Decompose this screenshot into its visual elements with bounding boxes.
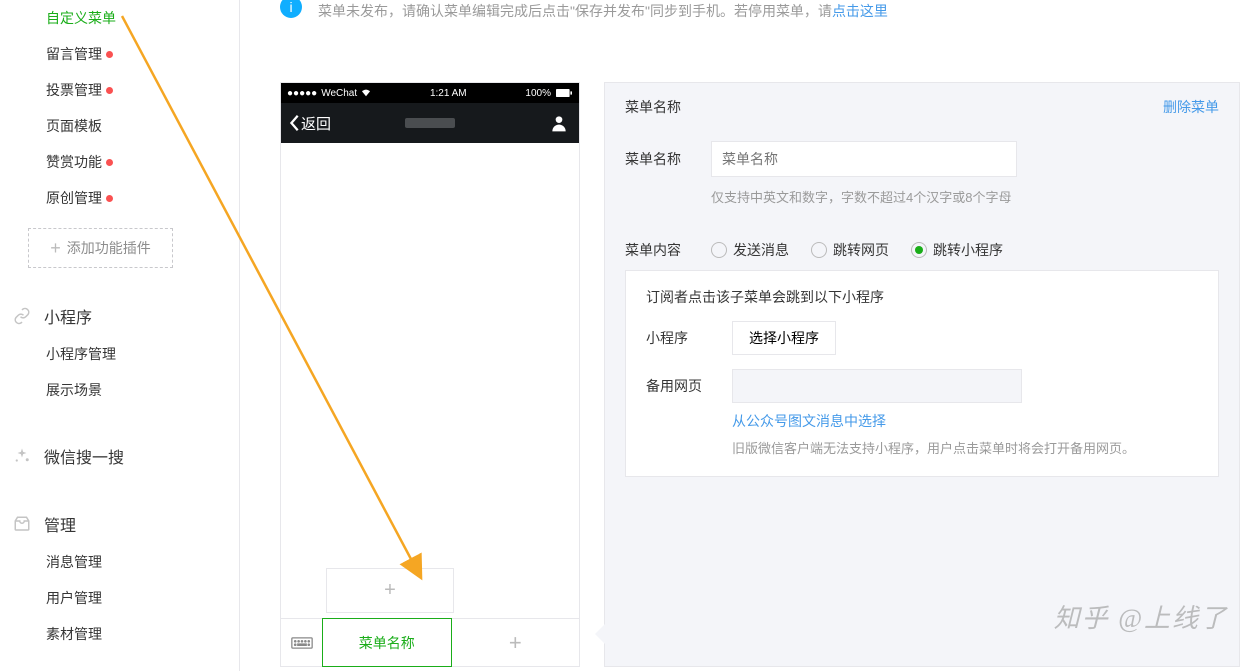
battery-icon [555, 89, 573, 97]
sidebar-item-label: 投票管理 [46, 80, 102, 100]
main-content: i 菜单未发布，请确认菜单编辑完成后点击"保存并发布"同步到手机。若停用菜单，请… [280, 0, 1240, 671]
sidebar-item-appreciate[interactable]: 赞赏功能 [0, 144, 239, 180]
sidebar-sub-materials[interactable]: 素材管理 [0, 616, 239, 652]
phone-body: + [281, 143, 579, 618]
menu-name-input[interactable] [711, 141, 1017, 177]
fallback-label: 备用网页 [646, 376, 732, 396]
menu-name-hint: 仅支持中英文和数字，字数不超过4个汉字或8个字母 [711, 187, 1219, 206]
radio-icon [811, 242, 827, 258]
sidebar-item-label: 赞赏功能 [46, 152, 102, 172]
sidebar-item-label: 原创管理 [46, 188, 102, 208]
sidebar-item-label: 留言管理 [46, 44, 102, 64]
info-icon: i [280, 0, 302, 18]
signal-icon: ●●●●● [287, 88, 317, 99]
menu-slot-1[interactable]: 菜单名称 [322, 618, 452, 667]
sidebar-sub-miniapp-manage[interactable]: 小程序管理 [0, 336, 239, 372]
radio-icon [711, 242, 727, 258]
sidebar-item-templates[interactable]: 页面模板 [0, 108, 239, 144]
plus-icon: + [50, 239, 61, 257]
sidebar-item-label: 页面模板 [46, 116, 102, 136]
sparkle-icon [12, 446, 32, 466]
phone-title-placeholder [405, 118, 455, 128]
clock-label: 1:21 AM [430, 88, 467, 99]
phone-preview: ●●●●● WeChat 1:21 AM 100% [280, 82, 580, 667]
select-miniapp-button[interactable]: 选择小程序 [732, 321, 836, 355]
plus-icon: + [509, 630, 522, 656]
keyboard-toggle-button[interactable] [281, 619, 323, 666]
miniapp-sub-panel: 订阅者点击该子菜单会跳到以下小程序 小程序 选择小程序 备用网页 从公众号图文消… [625, 270, 1219, 477]
phone-nav-bar: 返回 [281, 103, 579, 143]
panel-title: 菜单名称 [625, 97, 681, 117]
sidebar-group-title: 小程序 [44, 304, 92, 328]
menu-slot-add[interactable]: + [452, 619, 580, 666]
sidebar-item-label: 自定义菜单 [46, 8, 116, 28]
menu-slot-label: 菜单名称 [359, 633, 415, 653]
menu-settings-panel: 菜单名称 删除菜单 菜单名称 仅支持中英文和数字，字数不超过4个汉字或8个字母 … [604, 82, 1240, 667]
sidebar-group-manage[interactable]: 管理 [0, 504, 239, 544]
notice-link[interactable]: 点击这里 [832, 3, 888, 19]
sidebar-item-comments[interactable]: 留言管理 [0, 36, 239, 72]
fallback-hint: 旧版微信客户端无法支持小程序，用户点击菜单时将会打开备用网页。 [732, 439, 1162, 460]
add-plugin-button[interactable]: + 添加功能插件 [28, 228, 173, 268]
miniapp-label: 小程序 [646, 328, 732, 348]
sidebar-item-custom-menu[interactable]: 自定义菜单 [0, 0, 239, 36]
notification-dot-icon [106, 195, 113, 202]
subpanel-desc: 订阅者点击该子菜单会跳到以下小程序 [646, 287, 1198, 307]
phone-menu-bar: 菜单名称 + [281, 618, 579, 666]
menu-content-label: 菜单内容 [625, 232, 711, 260]
select-from-articles-link[interactable]: 从公众号图文消息中选择 [732, 413, 886, 429]
phone-back-button[interactable]: 返回 [289, 113, 331, 134]
radio-jump-miniapp[interactable]: 跳转小程序 [911, 240, 1003, 260]
sidebar-group-miniapp[interactable]: 小程序 [0, 296, 239, 336]
sidebar-group-search[interactable]: 微信搜一搜 [0, 436, 239, 476]
sidebar-group-title: 微信搜一搜 [44, 444, 124, 468]
plus-icon: + [384, 579, 396, 602]
inbox-icon [12, 514, 32, 534]
carrier-label: WeChat [321, 88, 357, 99]
notification-dot-icon [106, 51, 113, 58]
notice-text: 菜单未发布，请确认菜单编辑完成后点击"保存并发布"同步到手机。若停用菜单，请点击… [318, 0, 888, 22]
battery-label: 100% [525, 88, 551, 99]
delete-menu-button[interactable]: 删除菜单 [1163, 97, 1219, 117]
sidebar-item-original[interactable]: 原创管理 [0, 180, 239, 216]
radio-send-message[interactable]: 发送消息 [711, 240, 789, 260]
phone-status-bar: ●●●●● WeChat 1:21 AM 100% [281, 83, 579, 103]
chevron-left-icon [289, 114, 301, 132]
menu-name-label: 菜单名称 [625, 141, 711, 169]
radio-checked-icon [911, 242, 927, 258]
notice-bar: i 菜单未发布，请确认菜单编辑完成后点击"保存并发布"同步到手机。若停用菜单，请… [280, 0, 1240, 32]
keyboard-icon [291, 634, 313, 652]
sidebar-sub-miniapp-scene[interactable]: 展示场景 [0, 372, 239, 408]
link-icon [12, 306, 32, 326]
sidebar-sub-users[interactable]: 用户管理 [0, 580, 239, 616]
sidebar-sub-messages[interactable]: 消息管理 [0, 544, 239, 580]
wifi-icon [361, 89, 371, 97]
add-plugin-label: 添加功能插件 [67, 238, 151, 258]
notification-dot-icon [106, 87, 113, 94]
sidebar-group-title: 管理 [44, 512, 76, 536]
notification-dot-icon [106, 159, 113, 166]
fallback-url-input[interactable] [732, 369, 1022, 403]
add-submenu-button[interactable]: + [326, 568, 454, 613]
sidebar-item-votes[interactable]: 投票管理 [0, 72, 239, 108]
sidebar: 自定义菜单 留言管理 投票管理 页面模板 赞赏功能 原创管理 + 添加功能插件 … [0, 0, 240, 671]
radio-jump-web[interactable]: 跳转网页 [811, 240, 889, 260]
user-icon[interactable] [549, 113, 569, 133]
